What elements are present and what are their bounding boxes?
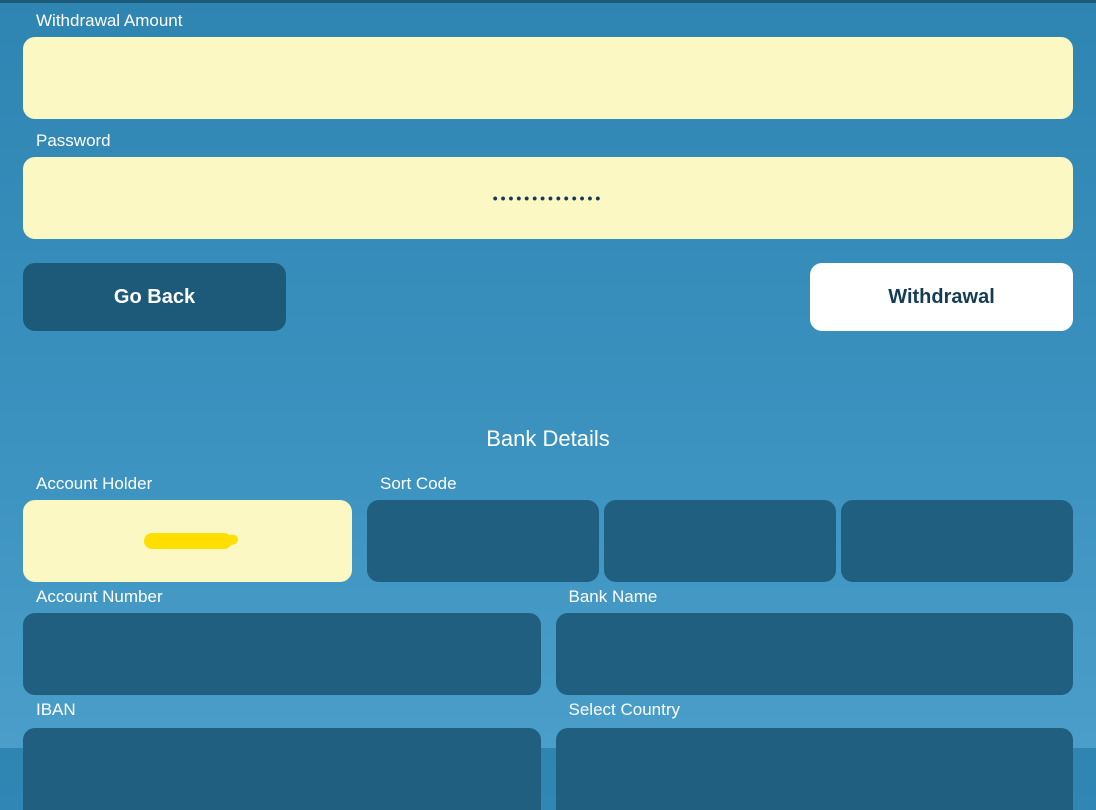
redaction-mark — [144, 533, 232, 549]
iban-label: IBAN — [23, 700, 541, 720]
select-country-input[interactable] — [556, 728, 1074, 810]
account-holder-input-wrapper — [23, 500, 352, 582]
sort-code-input-1[interactable] — [367, 500, 599, 582]
password-group: Password •••••••••••••• — [23, 131, 1073, 239]
bank-name-input[interactable] — [556, 613, 1074, 695]
withdrawal-amount-label: Withdrawal Amount — [23, 11, 1073, 31]
bank-details-title: Bank Details — [23, 426, 1073, 452]
account-number-label: Account Number — [23, 587, 541, 607]
select-country-label: Select Country — [556, 700, 1074, 720]
sort-code-row — [367, 500, 1073, 582]
go-back-button[interactable]: Go Back — [23, 263, 286, 331]
sort-code-label: Sort Code — [367, 474, 1073, 494]
account-holder-label: Account Holder — [23, 474, 352, 494]
bank-name-label: Bank Name — [556, 587, 1074, 607]
password-label: Password — [23, 131, 1073, 151]
sort-code-input-3[interactable] — [841, 500, 1073, 582]
password-input[interactable]: •••••••••••••• — [23, 157, 1073, 239]
account-number-input[interactable] — [23, 613, 541, 695]
button-row: Go Back Withdrawal — [23, 263, 1073, 331]
withdrawal-button[interactable]: Withdrawal — [810, 263, 1073, 331]
withdrawal-amount-group: Withdrawal Amount — [23, 11, 1073, 119]
iban-input[interactable] — [23, 728, 541, 810]
sort-code-input-2[interactable] — [604, 500, 836, 582]
withdrawal-amount-input[interactable] — [23, 37, 1073, 119]
